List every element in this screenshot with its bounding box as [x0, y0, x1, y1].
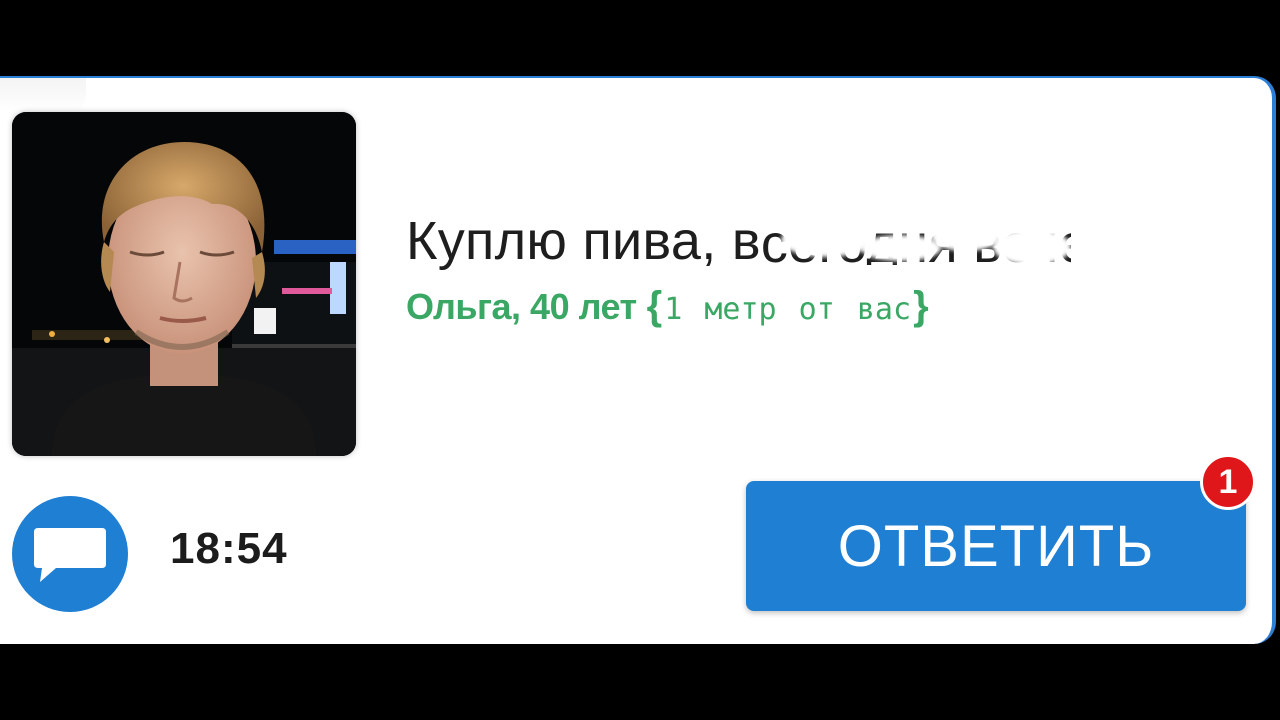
sender-info: Ольга, 40 лет {1 метр от вас}	[406, 284, 929, 329]
obscured-text: сегодня вечер	[761, 219, 1071, 265]
card-corner	[0, 78, 86, 112]
message-notification-card[interactable]: Куплю пива, в сегодня вечер Ольга, 40 ле…	[0, 76, 1276, 644]
message-preview: Куплю пива, в сегодня вечер	[406, 210, 1071, 272]
distance-open-brace: {	[646, 284, 663, 328]
message-preview-text: Куплю пива, в	[406, 211, 761, 271]
message-time: 18:54	[170, 524, 288, 573]
distance-close-brace: }	[913, 284, 929, 328]
chat-bubble-glyph	[34, 528, 106, 582]
letterbox-bottom	[0, 646, 1280, 720]
avatar-photo	[12, 112, 356, 456]
reply-button[interactable]: ОТВЕТИТЬ	[746, 481, 1246, 611]
avatar[interactable]	[12, 112, 356, 456]
letterbox-top	[0, 0, 1280, 76]
unread-count-badge: 1	[1200, 454, 1256, 510]
sender-distance: 1 метр от вас	[664, 292, 912, 327]
chat-bubble-icon[interactable]	[12, 496, 128, 612]
sender-name: Ольга, 40 лет	[406, 286, 637, 327]
